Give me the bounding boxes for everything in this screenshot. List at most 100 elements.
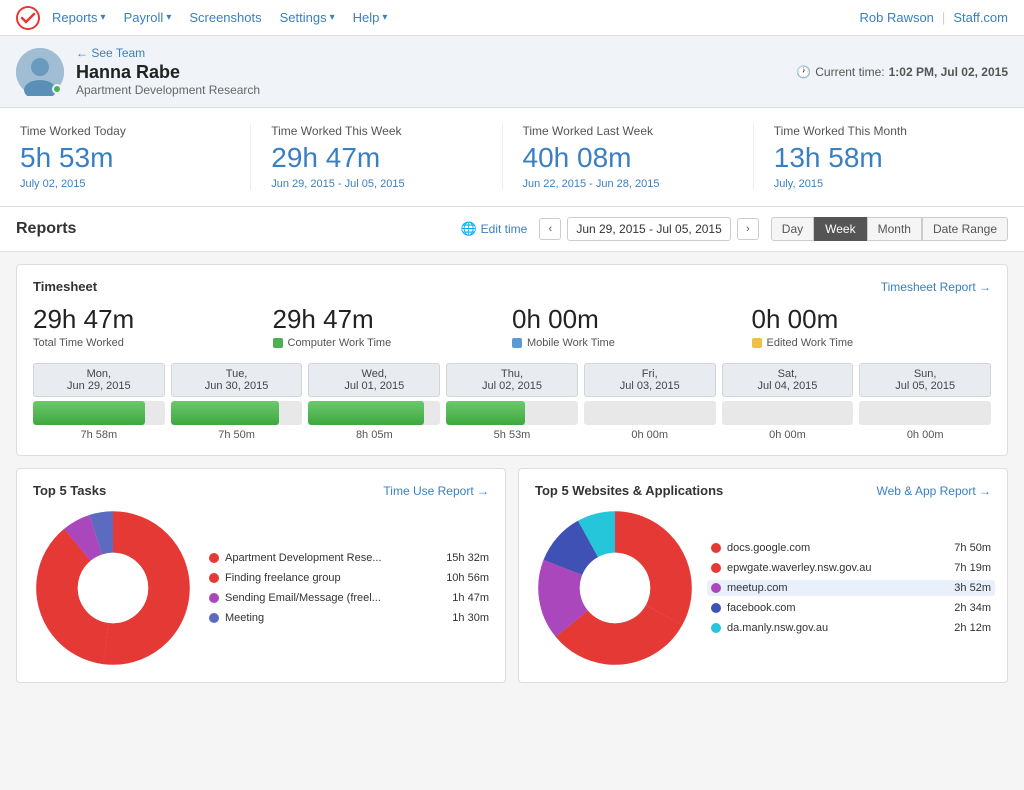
stat-today-value: 5h 53m <box>20 142 230 174</box>
top-navigation: Reports ▾ Payroll ▾ Screenshots Settings… <box>0 0 1024 36</box>
day-header-1: Tue,Jun 30, 2015 <box>171 363 303 397</box>
top-tasks-card: Top 5 Tasks Time Use Report → Apartment … <box>16 468 506 683</box>
chevron-down-icon: ▾ <box>166 12 171 23</box>
nav-payroll[interactable]: Payroll ▾ <box>124 10 172 25</box>
stat-last-week: Time Worked Last Week 40h 08m Jun 22, 20… <box>503 124 754 190</box>
legend-dot-4 <box>711 623 721 633</box>
blue-dot-icon <box>512 338 522 348</box>
ts-edited-label: Edited Work Time <box>752 337 992 349</box>
next-date-button[interactable]: › <box>737 218 759 240</box>
timesheet-header: Timesheet Timesheet Report → <box>33 279 991 294</box>
prev-date-button[interactable]: ‹ <box>539 218 561 240</box>
timesheet-card: Timesheet Timesheet Report → 29h 47m Tot… <box>16 264 1008 456</box>
legend-value-2: 3h 52m <box>954 582 991 594</box>
ts-total-value: 29h 47m <box>33 304 273 335</box>
day-bar-0 <box>33 401 145 425</box>
ts-mobile-label: Mobile Work Time <box>512 337 752 349</box>
legend-value-3: 2h 34m <box>954 602 991 614</box>
day-table: Mon,Jun 29, 20157h 58mTue,Jun 30, 20157h… <box>33 363 991 441</box>
stat-lastweek-label: Time Worked Last Week <box>523 124 733 138</box>
legend-label-1: Finding freelance group <box>225 572 440 584</box>
legend-item-0: Apartment Development Rese...15h 32m <box>209 552 489 564</box>
top-websites-card: Top 5 Websites & Applications Web & App … <box>518 468 1008 683</box>
legend-value-0: 7h 50m <box>954 542 991 554</box>
chevron-down-icon: ▾ <box>101 12 106 23</box>
top-websites-title: Top 5 Websites & Applications <box>535 483 723 498</box>
nav-screenshots[interactable]: Screenshots <box>189 10 261 25</box>
day-bar-wrap-2 <box>308 401 440 425</box>
top-tasks-title: Top 5 Tasks <box>33 483 106 498</box>
globe-icon: 🌐 <box>460 221 476 237</box>
day-bar-wrap-0 <box>33 401 165 425</box>
edit-time-button[interactable]: 🌐 Edit time <box>460 221 527 237</box>
legend-dot-3 <box>209 613 219 623</box>
day-time-4: 0h 00m <box>584 429 716 441</box>
current-time: 🕐 Current time: 1:02 PM, Jul 02, 2015 <box>796 65 1008 79</box>
main-content: Timesheet Timesheet Report → 29h 47m Tot… <box>0 252 1024 695</box>
nav-help[interactable]: Help ▾ <box>353 10 388 25</box>
nav-staff[interactable]: Staff.com <box>953 10 1008 25</box>
nav-separator: | <box>942 10 945 25</box>
day-col-4: Fri,Jul 03, 20150h 00m <box>584 363 716 441</box>
chevron-down-icon: ▾ <box>382 12 387 23</box>
timesheet-title: Timesheet <box>33 279 97 294</box>
legend-label-1: epwgate.waverley.nsw.gov.au <box>727 562 948 574</box>
day-time-5: 0h 00m <box>722 429 854 441</box>
logo[interactable] <box>16 6 40 30</box>
period-day-button[interactable]: Day <box>771 217 814 241</box>
see-team-link[interactable]: See Team <box>76 46 260 60</box>
websites-legend: docs.google.com 7h 50m epwgate.waverley.ns… <box>711 542 991 634</box>
period-month-button[interactable]: Month <box>867 217 922 241</box>
profile-department: Apartment Development Research <box>76 83 260 97</box>
legend-dot-2 <box>209 593 219 603</box>
profile-name: Hanna Rabe <box>76 62 260 83</box>
reports-section-title: Reports <box>16 220 448 238</box>
legend-dot-1 <box>711 563 721 573</box>
day-time-0: 7h 58m <box>33 429 165 441</box>
ts-total: 29h 47m Total Time Worked <box>33 304 273 349</box>
ts-mobile: 0h 00m Mobile Work Time <box>512 304 752 349</box>
nav-reports[interactable]: Reports ▾ <box>52 10 106 25</box>
ts-total-label: Total Time Worked <box>33 337 273 349</box>
legend-label-3: facebook.com <box>727 602 948 614</box>
nav-settings[interactable]: Settings ▾ <box>280 10 335 25</box>
stat-month-label: Time Worked This Month <box>774 124 984 138</box>
date-range-display: Jun 29, 2015 - Jul 05, 2015 <box>567 217 730 241</box>
period-week-button[interactable]: Week <box>814 217 866 241</box>
period-buttons: Day Week Month Date Range <box>771 217 1008 241</box>
time-use-report-link[interactable]: Time Use Report → <box>383 484 489 498</box>
websites-chart-area: docs.google.com 7h 50m epwgate.waverley.ns… <box>535 508 991 668</box>
day-time-3: 5h 53m <box>446 429 578 441</box>
day-col-5: Sat,Jul 04, 20150h 00m <box>722 363 854 441</box>
legend-dot-0 <box>209 553 219 563</box>
day-col-3: Thu,Jul 02, 2015 5h 53m <box>446 363 578 441</box>
day-bar-wrap-4 <box>584 401 716 425</box>
ts-computer-value: 29h 47m <box>273 304 513 335</box>
legend-dot-0 <box>711 543 721 553</box>
timesheet-report-link[interactable]: Timesheet Report → <box>881 280 991 294</box>
legend-item-2: meetup.com 3h 52m <box>707 580 995 596</box>
legend-item-2: Sending Email/Message (freel...1h 47m <box>209 592 489 604</box>
day-header-3: Thu,Jul 02, 2015 <box>446 363 578 397</box>
stat-lastweek-date: Jun 22, 2015 - Jun 28, 2015 <box>523 178 733 190</box>
tasks-legend: Apartment Development Rese...15h 32m Find… <box>209 552 489 624</box>
stat-today-label: Time Worked Today <box>20 124 230 138</box>
legend-dot-1 <box>209 573 219 583</box>
legend-item-1: epwgate.waverley.nsw.gov.au7h 19m <box>711 562 991 574</box>
ts-mobile-value: 0h 00m <box>512 304 752 335</box>
stat-month: Time Worked This Month 13h 58m July, 201… <box>754 124 1004 190</box>
legend-label-0: docs.google.com <box>727 542 948 554</box>
stat-week-value: 29h 47m <box>271 142 481 174</box>
nav-right: Rob Rawson | Staff.com <box>859 10 1008 25</box>
nav-user[interactable]: Rob Rawson <box>859 10 933 25</box>
legend-item-4: da.manly.nsw.gov.au2h 12m <box>711 622 991 634</box>
bottom-row: Top 5 Tasks Time Use Report → Apartment … <box>16 468 1008 683</box>
web-app-report-link[interactable]: Web & App Report → <box>876 484 991 498</box>
day-header-6: Sun,Jul 05, 2015 <box>859 363 991 397</box>
stat-today: Time Worked Today 5h 53m July 02, 2015 <box>20 124 251 190</box>
day-time-6: 0h 00m <box>859 429 991 441</box>
legend-value-0: 15h 32m <box>446 552 489 564</box>
period-daterange-button[interactable]: Date Range <box>922 217 1008 241</box>
legend-label-2: meetup.com <box>727 582 948 594</box>
websites-donut-svg <box>535 508 695 668</box>
